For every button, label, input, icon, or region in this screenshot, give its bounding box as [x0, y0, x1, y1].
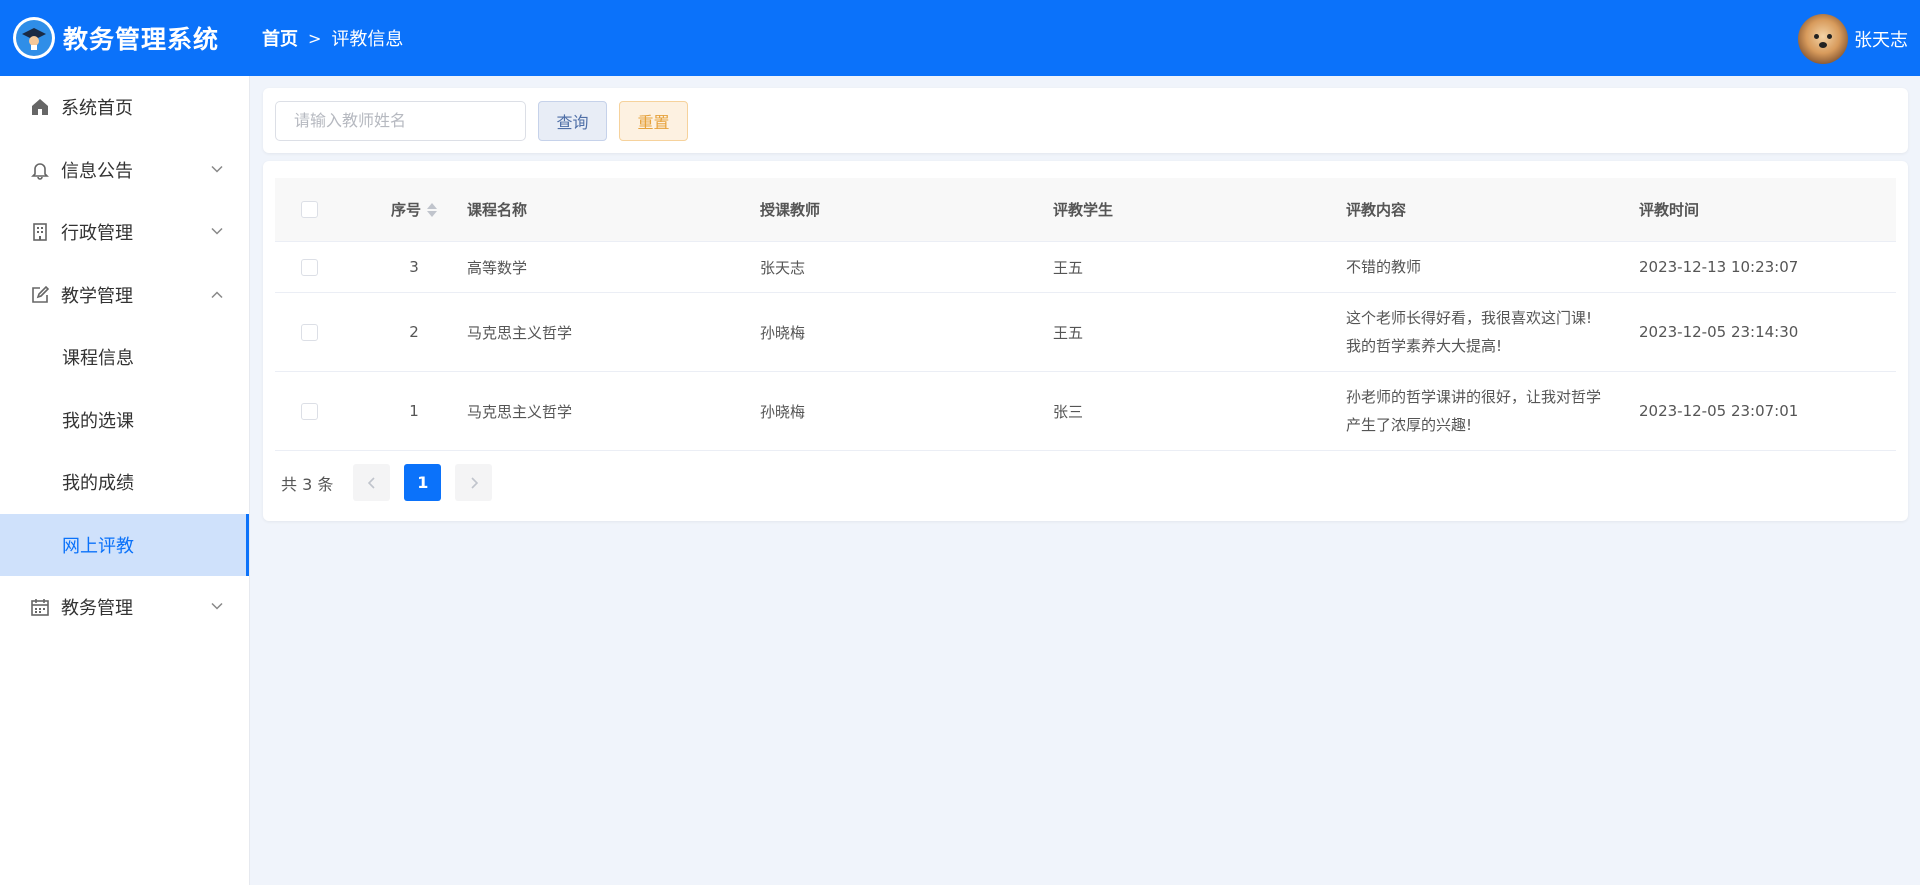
sidebar-item-label: 行政管理	[61, 223, 133, 245]
prev-page-button[interactable]	[353, 464, 391, 501]
row-index: 1	[409, 402, 419, 420]
row-teacher: 张天志	[760, 258, 806, 277]
row-content: 不错的教师	[1346, 258, 1422, 276]
sidebar-item-my-courses[interactable]: 我的选课	[0, 389, 249, 452]
chevron-down-icon	[211, 600, 223, 615]
row-checkbox[interactable]	[301, 258, 318, 276]
row-time: 2023-12-13 10:23:07	[1639, 258, 1799, 276]
row-content: 这个老师长得好看，我很喜欢这门课! 我的哲学素养大大提高!	[1346, 309, 1593, 355]
evaluation-table: 序号 课程名称 授课教师 评教学生 评教内容 评教时间 3 高等数学 张天志 王…	[275, 178, 1896, 451]
sidebar-item-label: 教学管理	[61, 285, 133, 307]
breadcrumb: 首页 > 评教信息	[262, 25, 403, 51]
row-course: 马克思主义哲学	[467, 402, 573, 421]
row-student: 张三	[1053, 402, 1084, 421]
row-time: 2023-12-05 23:07:01	[1639, 402, 1799, 420]
logo-icon	[13, 17, 55, 59]
query-button[interactable]: 查询	[538, 100, 607, 141]
sidebar-item-course-info[interactable]: 课程信息	[0, 326, 249, 389]
row-index: 3	[409, 258, 419, 276]
sidebar-item-label: 教务管理	[61, 598, 133, 620]
page-number-button[interactable]: 1	[404, 464, 442, 501]
sidebar-item-notice[interactable]: 信息公告	[0, 139, 249, 202]
row-checkbox[interactable]	[301, 402, 318, 420]
sidebar: 系统首页 信息公告 行政管理 教学管理 课程信息 我的选课 我的成绩 网上评教	[0, 76, 250, 885]
avatar[interactable]	[1798, 14, 1848, 64]
row-select-cell	[275, 402, 361, 420]
search-bar: 查询 重置	[263, 88, 1908, 153]
sidebar-item-home[interactable]: 系统首页	[0, 76, 249, 139]
row-select-cell	[275, 323, 361, 341]
select-all-cell	[275, 201, 361, 218]
row-student: 王五	[1053, 323, 1084, 342]
bell-icon	[29, 159, 51, 181]
user-name[interactable]: 张天志	[1854, 26, 1908, 52]
row-teacher: 孙晓梅	[760, 402, 806, 421]
select-all-checkbox[interactable]	[301, 201, 318, 218]
building-icon	[29, 221, 51, 243]
sidebar-item-label: 信息公告	[61, 160, 133, 182]
table-row: 2 马克思主义哲学 孙晓梅 王五 这个老师长得好看，我很喜欢这门课! 我的哲学素…	[275, 293, 1896, 372]
sidebar-item-label: 系统首页	[61, 98, 133, 120]
sort-icon[interactable]	[427, 202, 437, 217]
edit-icon	[29, 284, 51, 306]
evaluation-table-card: 序号 课程名称 授课教师 评教学生 评教内容 评教时间 3 高等数学 张天志 王…	[263, 161, 1908, 521]
table-header-row: 序号 课程名称 授课教师 评教学生 评教内容 评教时间	[275, 178, 1896, 242]
user-menu[interactable]: 张天志	[1798, 14, 1908, 64]
row-index: 2	[409, 323, 419, 341]
table-row: 3 高等数学 张天志 王五 不错的教师 2023-12-13 10:23:07	[275, 242, 1896, 293]
chevron-down-icon	[211, 225, 223, 240]
pagination: 共 3 条 1	[281, 464, 493, 501]
row-content: 孙老师的哲学课讲的很好，让我对哲学 产生了浓厚的兴趣!	[1346, 388, 1602, 434]
app-title: 教务管理系统	[63, 25, 220, 54]
reset-button[interactable]: 重置	[619, 100, 688, 141]
chevron-down-icon	[211, 162, 223, 177]
next-page-button[interactable]	[455, 464, 493, 501]
sidebar-item-teaching[interactable]: 教学管理	[0, 264, 249, 327]
sidebar-item-admin[interactable]: 行政管理	[0, 201, 249, 264]
calendar-icon	[29, 596, 51, 618]
row-teacher: 孙晓梅	[760, 323, 806, 342]
column-header-index[interactable]: 序号	[361, 199, 467, 220]
row-course: 高等数学	[467, 258, 528, 277]
table-row: 1 马克思主义哲学 孙晓梅 张三 孙老师的哲学课讲的很好，让我对哲学 产生了浓厚…	[275, 372, 1896, 451]
logo-area: 教务管理系统	[0, 17, 250, 59]
row-checkbox[interactable]	[301, 323, 318, 341]
column-header-student: 评教学生	[1053, 201, 1114, 219]
sidebar-item-evaluation[interactable]: 网上评教	[0, 513, 249, 576]
column-header-time: 评教时间	[1639, 201, 1700, 219]
row-course: 马克思主义哲学	[467, 323, 573, 342]
chevron-up-icon	[211, 287, 223, 302]
top-header: 教务管理系统 首页 > 评教信息 张天志	[0, 0, 1920, 76]
chevron-right-icon	[471, 476, 478, 489]
teacher-name-search-input[interactable]	[275, 100, 526, 141]
chevron-right-icon: >	[308, 28, 322, 48]
row-time: 2023-12-05 23:14:30	[1639, 323, 1799, 341]
breadcrumb-current: 评教信息	[331, 29, 404, 50]
row-select-cell	[275, 258, 361, 276]
sidebar-item-my-grades[interactable]: 我的成绩	[0, 451, 249, 514]
row-student: 王五	[1053, 258, 1084, 277]
column-header-teacher: 授课教师	[760, 201, 821, 219]
pagination-total: 共 3 条	[281, 474, 334, 494]
column-header-content: 评教内容	[1346, 200, 1407, 219]
sidebar-item-academic[interactable]: 教务管理	[0, 576, 249, 639]
breadcrumb-home[interactable]: 首页	[262, 25, 298, 51]
home-icon	[29, 96, 51, 118]
chevron-left-icon	[367, 476, 375, 489]
column-header-course: 课程名称	[467, 201, 528, 219]
